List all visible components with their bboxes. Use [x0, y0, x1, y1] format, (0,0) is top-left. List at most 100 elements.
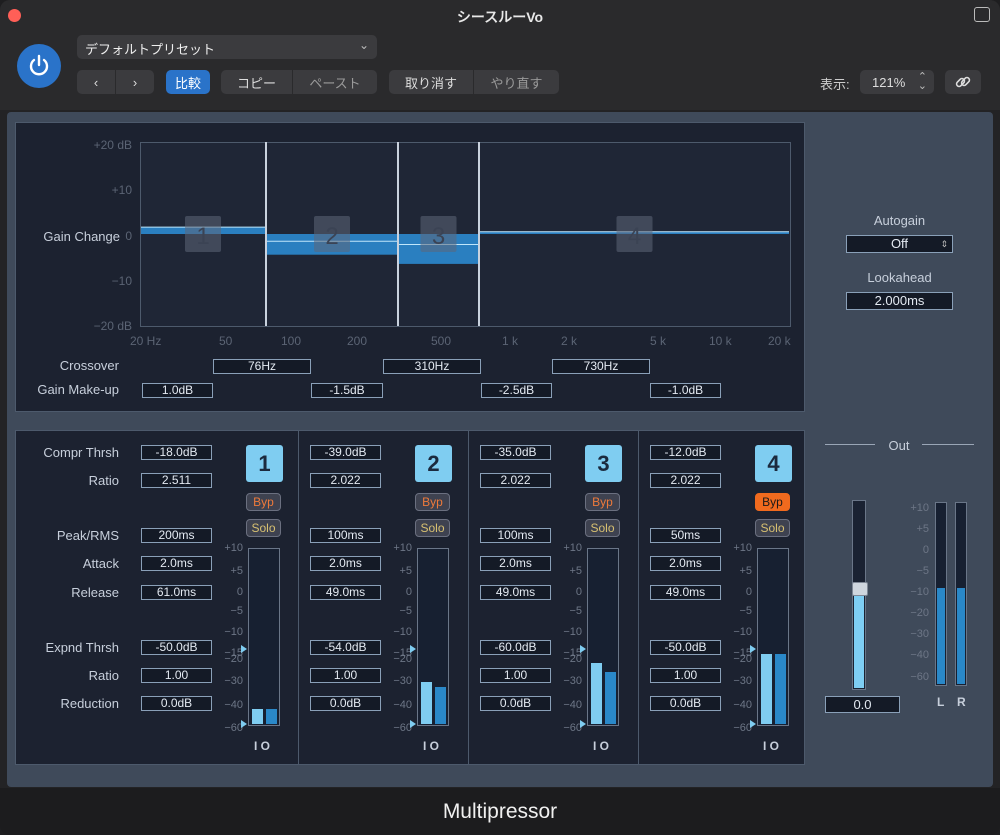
meter-scale-tick: −5	[739, 605, 752, 617]
band-1-compr-thrsh-field[interactable]: -18.0dB	[141, 445, 212, 460]
band-1-peak-rms-field[interactable]: 200ms	[141, 528, 212, 543]
band-2-select-button[interactable]: 2	[415, 445, 452, 482]
out-gain-field[interactable]: 0.0	[825, 696, 900, 713]
band-3-bypass-button[interactable]: Byp	[585, 493, 620, 511]
band-3-reduction-field[interactable]: 0.0dB	[480, 696, 551, 711]
band-3-io-label: I O	[593, 739, 610, 753]
compare-button[interactable]: 比較	[166, 70, 210, 94]
band-1-expnd-ratio-field[interactable]: 1.00	[141, 668, 212, 683]
x-tick: 1 k	[502, 334, 519, 348]
band-4-attack-field[interactable]: 2.0ms	[650, 556, 721, 571]
band-1-label: 1	[196, 223, 209, 250]
link-button[interactable]	[945, 70, 981, 94]
band-4-bypass-button[interactable]: Byp	[755, 493, 790, 511]
gain-makeup-field-3[interactable]: -2.5dB	[481, 383, 552, 398]
band-4-ratio-field[interactable]: 2.022	[650, 473, 721, 488]
autogain-select[interactable]: Off ⇕	[846, 235, 953, 253]
next-preset-button[interactable]: ›	[116, 70, 154, 94]
band-column-divider	[468, 431, 469, 764]
meter-scale-tick: −40	[563, 699, 582, 711]
band-2-output-level	[435, 687, 446, 724]
lookahead-field[interactable]: 2.000ms	[846, 292, 953, 310]
chevron-right-icon: ›	[132, 74, 138, 90]
band-3-compr-thrsh-field[interactable]: -35.0dB	[480, 445, 551, 460]
band-4-expnd-thrsh-field[interactable]: -50.0dB	[650, 640, 721, 655]
band-4-level-meter	[757, 548, 789, 726]
crossover-label: Crossover	[59, 358, 119, 373]
meter-scale-tick: +5	[739, 565, 752, 577]
power-button[interactable]	[17, 44, 61, 88]
x-tick: 5 k	[650, 334, 667, 348]
crossover-field-2[interactable]: 310Hz	[383, 359, 481, 374]
redo-button[interactable]: やり直す	[474, 70, 559, 94]
band-1-output-level	[266, 709, 277, 724]
link-icon	[955, 76, 971, 88]
window-mode-button[interactable]	[974, 7, 990, 22]
band-1-attack-field[interactable]: 2.0ms	[141, 556, 212, 571]
band-1-reduction-field[interactable]: 0.0dB	[141, 696, 212, 711]
meter-scale-tick: +5	[569, 565, 582, 577]
previous-preset-button[interactable]: ‹	[77, 70, 115, 94]
band-4-input-level	[761, 654, 772, 724]
band-1-expnd-thrsh-field[interactable]: -50.0dB	[141, 640, 212, 655]
x-tick: 100	[281, 334, 302, 348]
meter-scale-tick: 0	[236, 586, 243, 598]
band-2-expnd-ratio-field[interactable]: 1.00	[310, 668, 381, 683]
row-label: Reduction	[60, 696, 119, 711]
band-2-release-field[interactable]: 49.0ms	[310, 585, 381, 600]
band-4-compr-thrsh-field[interactable]: -12.0dB	[650, 445, 721, 460]
out-meter-right	[955, 502, 967, 686]
preset-name: デフォルトプリセット	[85, 42, 216, 57]
band-4-expnd-ratio-field[interactable]: 1.00	[650, 668, 721, 683]
gain-change-graph[interactable]: 1 2 3 4	[140, 142, 792, 328]
meter-scale-tick: −60	[224, 722, 243, 734]
copy-button[interactable]: コピー	[221, 70, 292, 94]
band-2-reduction-field[interactable]: 0.0dB	[310, 696, 381, 711]
band-4-solo-button[interactable]: Solo	[755, 519, 790, 537]
band-4-reduction-field[interactable]: 0.0dB	[650, 696, 721, 711]
band-1-solo-button[interactable]: Solo	[246, 519, 281, 537]
crossover-field-1[interactable]: 76Hz	[213, 359, 311, 374]
band-3-expnd-thrsh-field[interactable]: -60.0dB	[480, 640, 551, 655]
band-3-select-button[interactable]: 3	[585, 445, 622, 482]
band-4-select-button[interactable]: 4	[755, 445, 792, 482]
meter-scale-tick: −10	[393, 626, 412, 638]
band-2-solo-button[interactable]: Solo	[415, 519, 450, 537]
band-1-bypass-button[interactable]: Byp	[246, 493, 281, 511]
band-2-ratio-field[interactable]: 2.022	[310, 473, 381, 488]
band-1-release-field[interactable]: 61.0ms	[141, 585, 212, 600]
band-2-expnd-thrsh-field[interactable]: -54.0dB	[310, 640, 381, 655]
band-3-solo-button[interactable]: Solo	[585, 519, 620, 537]
out-divider-left	[825, 444, 875, 445]
band-3-output-level	[605, 672, 616, 724]
gain-makeup-field-2[interactable]: -1.5dB	[311, 383, 383, 398]
band-2-bypass-button[interactable]: Byp	[415, 493, 450, 511]
band-3-ratio-field[interactable]: 2.022	[480, 473, 551, 488]
out-fader-handle[interactable]	[852, 582, 868, 596]
crossover-field-3[interactable]: 730Hz	[552, 359, 650, 374]
undo-button[interactable]: 取り消す	[389, 70, 473, 94]
gain-makeup-field-1[interactable]: 1.0dB	[142, 383, 213, 398]
band-2-peak-rms-field[interactable]: 100ms	[310, 528, 381, 543]
band-2-compr-thrsh-field[interactable]: -39.0dB	[310, 445, 381, 460]
gain-makeup-field-4[interactable]: -1.0dB	[650, 383, 721, 398]
preset-select[interactable]: デフォルトプリセット ⌄	[77, 35, 377, 59]
row-label: Release	[71, 585, 119, 600]
paste-button[interactable]: ペースト	[293, 70, 377, 94]
x-tick: 20 Hz	[130, 334, 162, 348]
band-column-divider	[298, 431, 299, 764]
band-1-ratio-field[interactable]: 2.511	[141, 473, 212, 488]
band-3-release-field[interactable]: 49.0ms	[480, 585, 551, 600]
band-3-attack-field[interactable]: 2.0ms	[480, 556, 551, 571]
band-3-peak-rms-field[interactable]: 100ms	[480, 528, 551, 543]
meter-scale-tick: −10	[563, 626, 582, 638]
band-1-select-button[interactable]: 1	[246, 445, 283, 482]
meter-scale-tick: −20	[733, 653, 752, 665]
band-3-expnd-ratio-field[interactable]: 1.00	[480, 668, 551, 683]
band-4-peak-rms-field[interactable]: 50ms	[650, 528, 721, 543]
zoom-select[interactable]: 121% ⌃ ⌄	[860, 70, 934, 94]
meter-scale-tick: −40	[393, 699, 412, 711]
band-4-release-field[interactable]: 49.0ms	[650, 585, 721, 600]
band-2-attack-field[interactable]: 2.0ms	[310, 556, 381, 571]
out-left-label: L	[937, 695, 945, 709]
